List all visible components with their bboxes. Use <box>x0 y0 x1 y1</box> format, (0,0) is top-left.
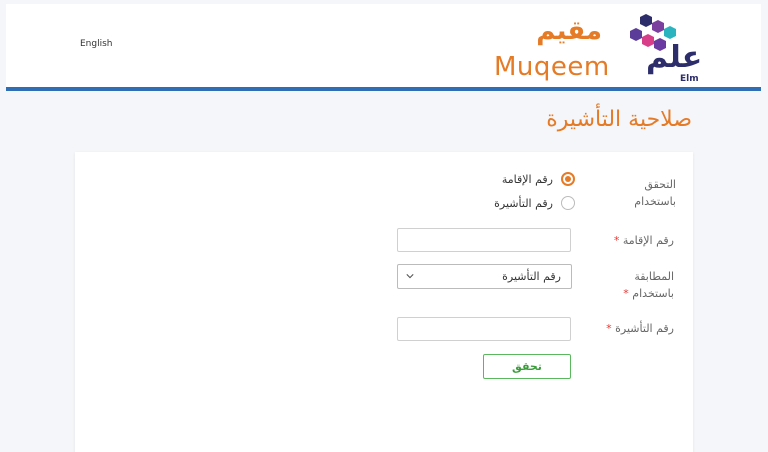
radio-selected-icon[interactable] <box>561 172 575 186</box>
elm-logo: علم Elm <box>622 12 708 86</box>
language-switch-link[interactable]: English <box>80 39 113 49</box>
radio-unselected-icon[interactable] <box>561 196 575 210</box>
iqama-number-input[interactable] <box>397 228 571 252</box>
radio-option-visa-label: رقم التأشيرة <box>494 196 553 210</box>
site-header: English مقيم Muqeem علم Elm <box>6 4 761 88</box>
verify-button[interactable]: تحقق <box>483 354 571 379</box>
radio-option-iqama[interactable]: رقم الإقامة <box>502 172 575 186</box>
elm-logo-english: Elm <box>680 74 699 84</box>
visa-number-input[interactable] <box>397 317 571 341</box>
page-title: صلاحية التأشيرة <box>546 107 692 132</box>
required-mark: * <box>613 234 620 247</box>
required-mark: * <box>623 287 629 300</box>
muqeem-logo-arabic: مقيم <box>536 16 602 46</box>
match-by-selected-value: رقم التأشيرة <box>502 270 561 283</box>
iqama-number-label-text: رقم الإقامة <box>622 234 674 247</box>
verify-by-label: التحقق باستخدام <box>634 178 676 208</box>
match-by-label: المطابقة باستخدام * <box>610 268 674 302</box>
match-by-label-text: المطابقة باستخدام <box>632 270 674 300</box>
muqeem-logo: مقيم Muqeem <box>492 16 610 84</box>
elm-logo-arabic: علم <box>646 40 703 75</box>
muqeem-logo-english: Muqeem <box>494 52 610 82</box>
header-divider <box>6 87 761 91</box>
radio-option-iqama-label: رقم الإقامة <box>501 172 553 186</box>
required-mark: * <box>606 322 612 335</box>
iqama-number-label: رقم الإقامة * <box>614 232 674 249</box>
radio-option-visa[interactable]: رقم التأشيرة <box>494 196 575 210</box>
visa-number-label: رقم التأشيرة * <box>606 320 674 337</box>
chevron-down-icon <box>406 274 414 279</box>
visa-validity-form: التحقق باستخدام رقم الإقامة رقم التأشيرة… <box>75 152 693 452</box>
match-by-select[interactable]: رقم التأشيرة <box>397 264 572 289</box>
visa-number-label-text: رقم التأشيرة <box>615 322 674 335</box>
